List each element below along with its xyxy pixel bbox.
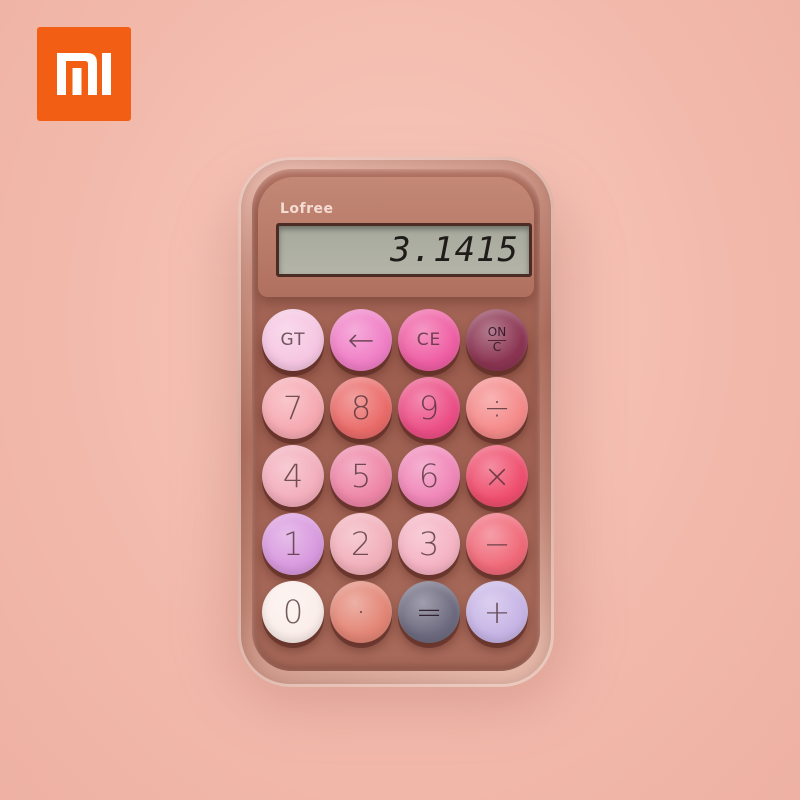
- key-label: ←: [347, 321, 375, 359]
- key-5[interactable]: 5: [330, 445, 392, 507]
- key-label: CE: [416, 330, 442, 350]
- key-divide[interactable]: ÷: [466, 377, 528, 439]
- key-7[interactable]: 7: [262, 377, 324, 439]
- key-4[interactable]: 4: [262, 445, 324, 507]
- mi-logo-icon: [57, 53, 111, 95]
- key-0[interactable]: 0: [262, 581, 324, 643]
- key-plus[interactable]: +: [466, 581, 528, 643]
- key-label: 5: [350, 457, 372, 495]
- key-2[interactable]: 2: [330, 513, 392, 575]
- key-label: 0: [282, 593, 304, 631]
- key-label: =: [415, 593, 443, 631]
- calculator-top-panel: Lofree 3.1415: [258, 177, 534, 297]
- key-label: −: [483, 525, 511, 563]
- key-label: ×: [483, 457, 511, 495]
- key-label: 3: [418, 525, 440, 563]
- key-label: 4: [282, 457, 304, 495]
- keypad: GT ← CE ON C 7 8 9 ÷ 4 5 6 × 1 2 3 − 0 · = +: [262, 309, 530, 643]
- key-on-c[interactable]: ON C: [466, 309, 528, 371]
- key-label: GT: [280, 330, 306, 350]
- key-label: 8: [350, 389, 372, 427]
- key-label: 7: [282, 389, 304, 427]
- key-6[interactable]: 6: [398, 445, 460, 507]
- display-value: 3.1415: [390, 230, 519, 270]
- key-minus[interactable]: −: [466, 513, 528, 575]
- lcd-display: 3.1415: [276, 223, 532, 277]
- key-label: 9: [418, 389, 440, 427]
- key-label: 2: [350, 525, 372, 563]
- xiaomi-logo: [37, 27, 131, 121]
- key-gt[interactable]: GT: [262, 309, 324, 371]
- key-decimal[interactable]: ·: [330, 581, 392, 643]
- key-8[interactable]: 8: [330, 377, 392, 439]
- key-ce[interactable]: CE: [398, 309, 460, 371]
- key-label: ÷: [483, 389, 511, 427]
- brand-label: Lofree: [280, 201, 334, 217]
- key-equals[interactable]: =: [398, 581, 460, 643]
- key-backspace[interactable]: ←: [330, 309, 392, 371]
- key-multiply[interactable]: ×: [466, 445, 528, 507]
- key-9[interactable]: 9: [398, 377, 460, 439]
- key-label: ON C: [487, 325, 507, 354]
- key-label: +: [483, 593, 511, 631]
- key-label: 1: [282, 525, 304, 563]
- calculator-body: Lofree 3.1415 GT ← CE ON C 7 8 9 ÷ 4 5 6 × 1 2 3 − 0 · = +: [238, 157, 554, 687]
- key-label: ·: [355, 593, 367, 631]
- key-1[interactable]: 1: [262, 513, 324, 575]
- key-3[interactable]: 3: [398, 513, 460, 575]
- key-label: 6: [418, 457, 440, 495]
